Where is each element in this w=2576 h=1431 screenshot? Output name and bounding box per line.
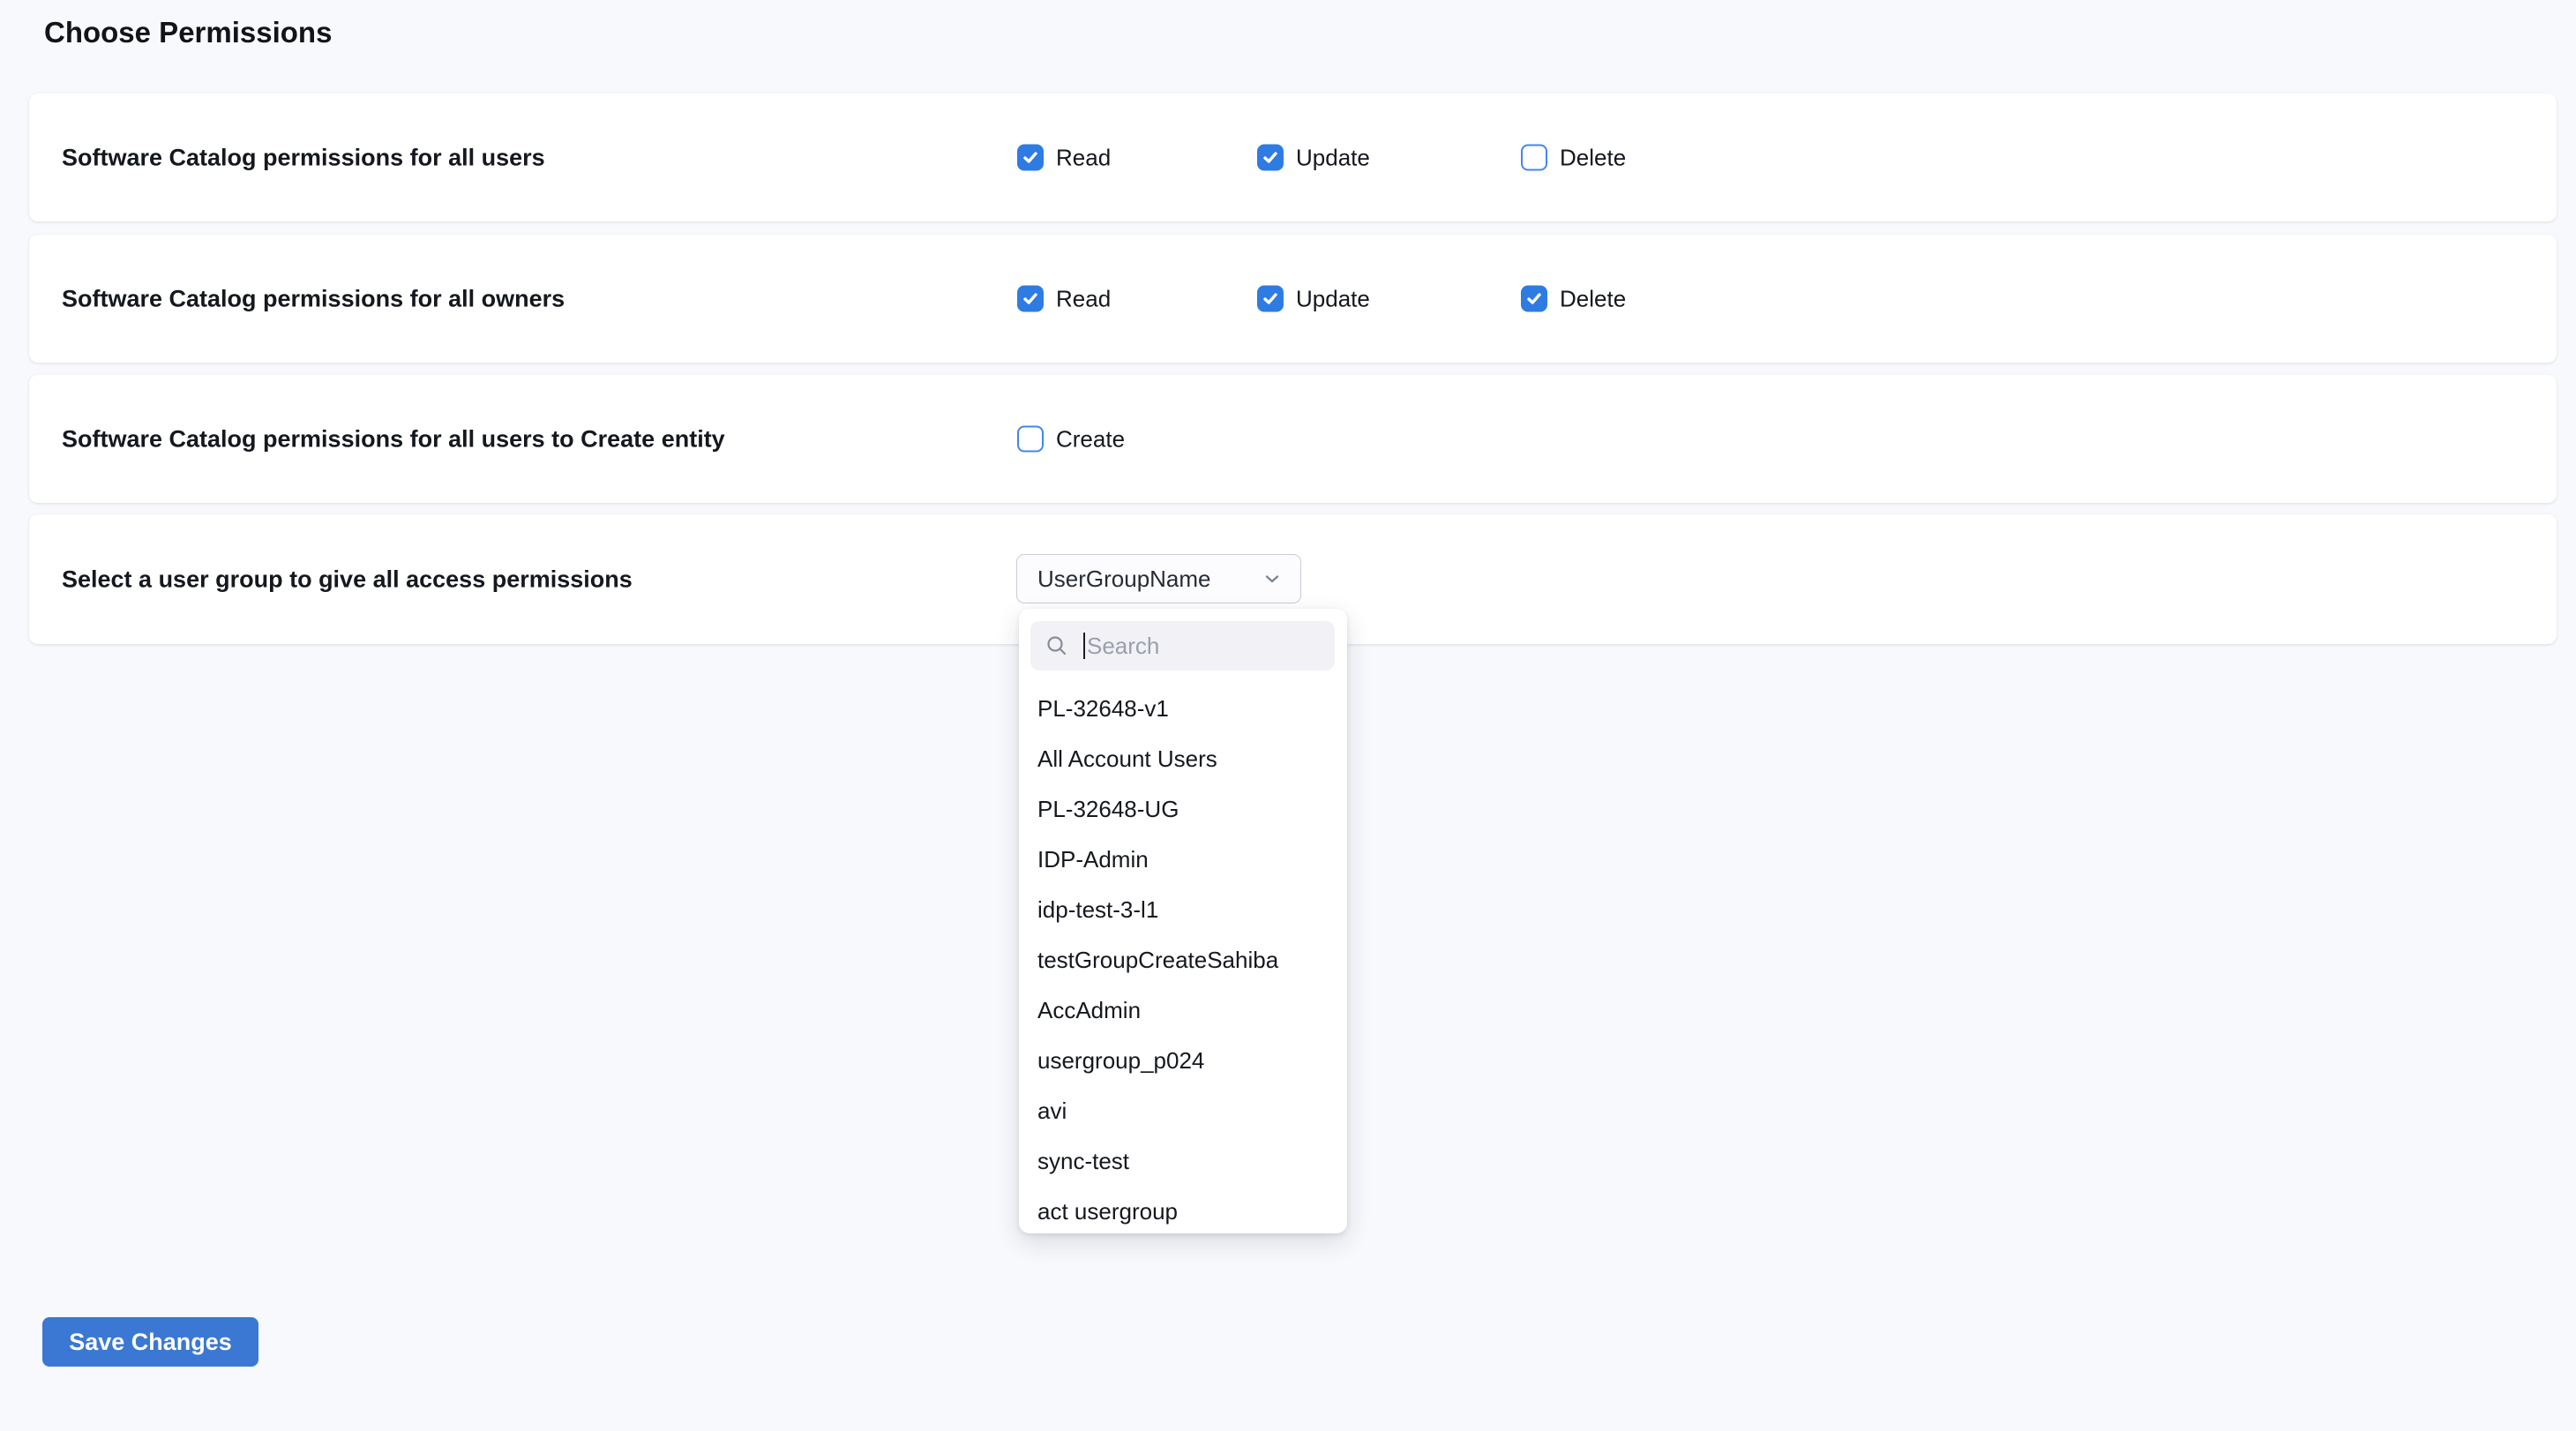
checkbox[interactable]: [1017, 145, 1044, 171]
list-item[interactable]: idp-test-3-l1: [1019, 885, 1347, 935]
checkbox-label: Update: [1296, 285, 1370, 312]
checkbox-item-create[interactable]: Create: [1017, 425, 1125, 453]
list-item[interactable]: avi: [1019, 1086, 1347, 1136]
checkbox-item-read[interactable]: Read: [1017, 285, 1111, 312]
check-icon: [1022, 290, 1039, 308]
card-label: Software Catalog permissions for all use…: [62, 425, 725, 453]
checkbox-item-delete[interactable]: Delete: [1521, 285, 1626, 312]
checkbox-label: Read: [1056, 285, 1111, 312]
checkbox-label: Delete: [1560, 285, 1626, 312]
search-box[interactable]: [1030, 621, 1335, 671]
card-label: Select a user group to give all access p…: [62, 566, 633, 593]
check-icon: [1262, 149, 1279, 167]
list-item[interactable]: usergroup_p024: [1019, 1036, 1347, 1086]
card-permissions-all-owners: Software Catalog permissions for all own…: [29, 235, 2557, 363]
list-item[interactable]: act usergroup: [1019, 1187, 1347, 1233]
checkbox[interactable]: [1017, 286, 1044, 312]
checkbox[interactable]: [1017, 426, 1044, 453]
checkbox[interactable]: [1521, 145, 1547, 171]
list-item[interactable]: PL-32648-UG: [1019, 784, 1347, 835]
card-label: Software Catalog permissions for all use…: [62, 144, 545, 171]
card-permissions-create-entity: Software Catalog permissions for all use…: [29, 375, 2557, 503]
user-group-dropdown[interactable]: UserGroupName: [1016, 554, 1301, 603]
checkbox-item-update[interactable]: Update: [1257, 144, 1370, 171]
check-icon: [1262, 290, 1279, 308]
list-item[interactable]: PL-32648-v1: [1019, 684, 1347, 734]
checkbox-label: Read: [1056, 144, 1111, 171]
list-item[interactable]: All Account Users: [1019, 734, 1347, 784]
save-changes-button[interactable]: Save Changes: [42, 1317, 258, 1367]
list-item[interactable]: sync-test: [1019, 1136, 1347, 1187]
search-icon: [1045, 633, 1069, 658]
checkbox-label: Create: [1056, 425, 1125, 453]
user-group-list: PL-32648-v1 All Account Users PL-32648-U…: [1019, 684, 1347, 1233]
card-label: Software Catalog permissions for all own…: [62, 285, 565, 312]
checkbox-item-delete[interactable]: Delete: [1521, 144, 1626, 171]
checkbox[interactable]: [1257, 286, 1284, 312]
checkbox-item-update[interactable]: Update: [1257, 285, 1370, 312]
list-item[interactable]: IDP-Admin: [1019, 835, 1347, 885]
list-item[interactable]: AccAdmin: [1019, 985, 1347, 1036]
page-title: Choose Permissions: [44, 16, 332, 49]
check-icon: [1525, 290, 1543, 308]
user-group-dropdown-panel: PL-32648-v1 All Account Users PL-32648-U…: [1019, 609, 1347, 1233]
checkbox-item-read[interactable]: Read: [1017, 144, 1111, 171]
checkbox[interactable]: [1521, 286, 1547, 312]
chevron-down-icon: [1262, 568, 1283, 589]
card-permissions-all-users: Software Catalog permissions for all use…: [29, 94, 2557, 221]
checkbox-label: Delete: [1560, 144, 1626, 171]
dropdown-value: UserGroupName: [1037, 566, 1262, 593]
list-item[interactable]: testGroupCreateSahiba: [1019, 935, 1347, 985]
checkbox-label: Update: [1296, 144, 1370, 171]
check-icon: [1022, 149, 1039, 167]
search-input[interactable]: [1085, 633, 1322, 660]
checkbox[interactable]: [1257, 145, 1284, 171]
